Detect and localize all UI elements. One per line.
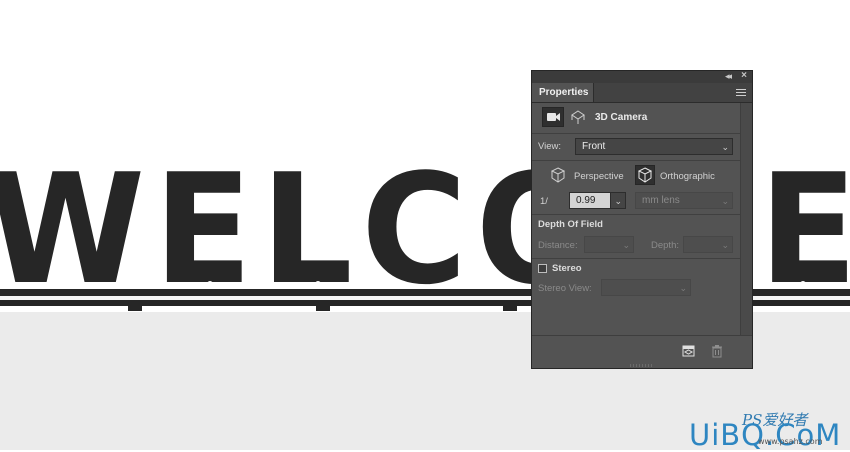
orthographic-button[interactable] xyxy=(635,165,655,185)
3d-scene-icon[interactable] xyxy=(570,109,586,125)
lens-unit-value: mm lens xyxy=(642,195,680,206)
section-title: 3D Camera xyxy=(595,112,648,123)
perspective-button[interactable] xyxy=(548,165,568,185)
resize-grip[interactable] xyxy=(630,364,654,367)
depth-input[interactable]: ⌄ xyxy=(683,236,733,253)
video-camera-icon xyxy=(547,113,560,121)
camera-mode-button[interactable] xyxy=(542,107,564,127)
orthographic-cube-icon xyxy=(637,167,653,183)
divider xyxy=(532,160,740,161)
stereo-label[interactable]: Stereo xyxy=(552,263,582,274)
distance-input[interactable]: ⌄ xyxy=(584,236,634,253)
trash-icon[interactable] xyxy=(710,344,724,358)
panel-title-bar[interactable]: ◂◂ × xyxy=(532,70,752,83)
view-select[interactable]: Front ⌄ xyxy=(575,138,733,155)
zoom-prefix: 1/ xyxy=(540,196,548,207)
chevron-down-icon: ⌄ xyxy=(679,283,687,293)
stereo-view-label: Stereo View: xyxy=(538,283,592,294)
chevron-down-icon: ⌄ xyxy=(721,142,729,152)
chevron-down-icon: ⌄ xyxy=(721,240,729,250)
view-value: Front xyxy=(582,141,606,152)
rail-foot xyxy=(316,306,330,311)
watermark-brand: UiBQ.CoM xyxy=(689,418,842,452)
zoom-row: 1/ 0.99 ⌄ mm lens ⌄ xyxy=(532,190,740,214)
perspective-label[interactable]: Perspective xyxy=(574,171,624,182)
stereo-view-row: Stereo View: ⌄ xyxy=(532,277,740,301)
distance-label: Distance: xyxy=(538,240,578,251)
zoom-dropdown[interactable]: ⌄ xyxy=(610,192,626,209)
properties-panel: ◂◂ × Properties 3D Camera View: Front ⌄ … xyxy=(531,70,753,369)
zoom-value: 0.99 xyxy=(576,195,596,206)
camera-header: 3D Camera xyxy=(532,103,740,134)
panel-tab-row: Properties xyxy=(532,83,752,103)
chevron-down-icon: ⌄ xyxy=(614,196,622,206)
perspective-cube-icon xyxy=(550,167,566,183)
dof-row: Distance: ⌄ Depth: ⌄ xyxy=(532,234,740,258)
stereo-view-select[interactable]: ⌄ xyxy=(601,279,691,296)
watermark-url: www.psahz.com xyxy=(758,437,823,446)
panel-menu-icon[interactable] xyxy=(736,89,746,97)
projection-row: Perspective Orthographic xyxy=(532,162,740,190)
chevron-down-icon: ⌄ xyxy=(721,196,729,206)
divider xyxy=(532,214,740,215)
lens-unit-select[interactable]: mm lens ⌄ xyxy=(635,192,733,209)
double-chevron-left-icon[interactable]: ◂◂ xyxy=(725,71,732,82)
depth-label: Depth: xyxy=(651,240,679,251)
rail-foot xyxy=(503,306,517,311)
stereo-checkbox[interactable] xyxy=(538,264,547,273)
view-label: View: xyxy=(538,141,562,152)
tab-properties[interactable]: Properties xyxy=(532,83,594,102)
depth-of-field-title: Depth Of Field xyxy=(538,219,603,230)
orthographic-label[interactable]: Orthographic xyxy=(660,171,715,182)
close-icon[interactable]: × xyxy=(741,70,747,81)
panel-scrollbar[interactable] xyxy=(740,103,752,335)
view-row: View: Front ⌄ xyxy=(532,133,740,161)
divider xyxy=(532,258,740,259)
reset-view-icon[interactable] xyxy=(682,344,696,358)
rail-foot xyxy=(128,306,142,311)
panel-footer xyxy=(532,335,752,368)
chevron-down-icon: ⌄ xyxy=(622,240,630,250)
